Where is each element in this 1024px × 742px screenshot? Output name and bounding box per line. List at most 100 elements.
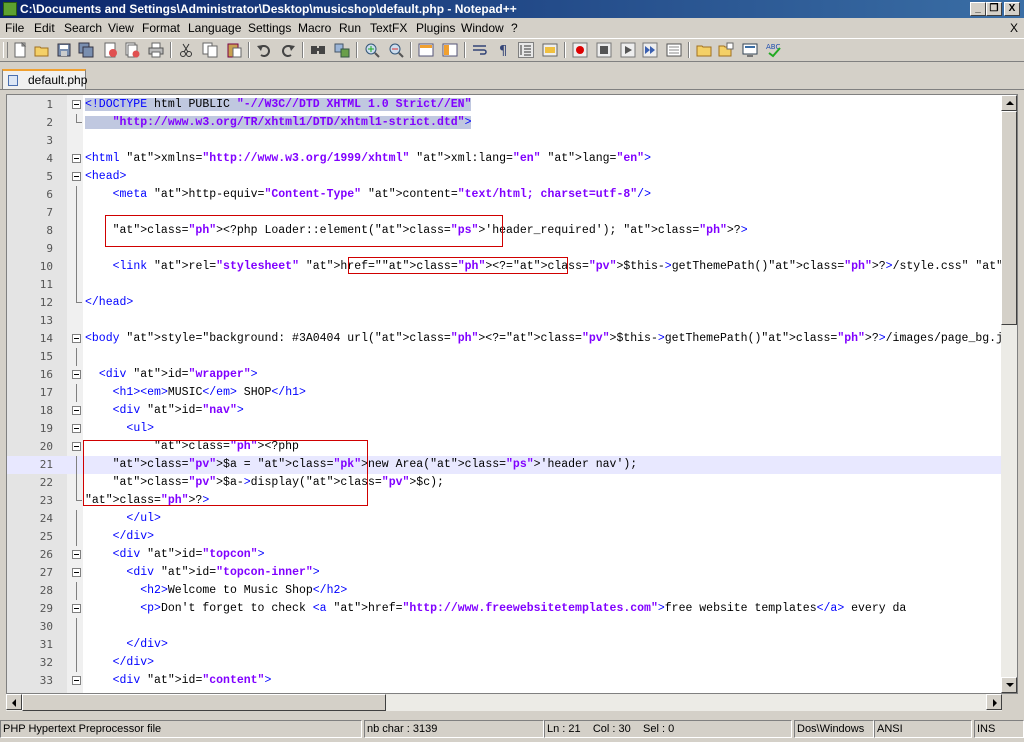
paste-icon[interactable]	[226, 42, 242, 58]
fold-toggle-icon[interactable]	[72, 442, 81, 451]
open-file-icon[interactable]	[34, 42, 50, 58]
spell-check-icon[interactable]: ABC	[766, 42, 782, 58]
code-line[interactable]: 3	[7, 132, 1001, 150]
code-line[interactable]: 26 <div "at">id="topcon">	[7, 546, 1001, 564]
horizontal-scroll-thumb[interactable]	[22, 694, 386, 711]
user-lang-icon[interactable]	[542, 42, 558, 58]
save-icon[interactable]	[56, 42, 72, 58]
menu-language[interactable]: Language	[188, 21, 241, 35]
close-all-icon[interactable]	[124, 42, 140, 58]
folder-icon[interactable]	[696, 42, 712, 58]
monitor-icon[interactable]	[742, 42, 758, 58]
menu-edit[interactable]: Edit	[34, 21, 55, 35]
folder-open-icon[interactable]	[718, 42, 734, 58]
sync-horizontal-icon[interactable]	[442, 42, 458, 58]
menu-textfx[interactable]: TextFX	[370, 21, 407, 35]
scroll-right-button[interactable]	[986, 694, 1002, 710]
fold-toggle-icon[interactable]	[72, 154, 81, 163]
stop-macro-icon[interactable]	[596, 42, 612, 58]
code-line[interactable]: 1 <!DOCTYPE html PUBLIC "-//W3C//DTD XHTM…	[7, 96, 1001, 114]
notepadpp-app-icon[interactable]	[3, 2, 17, 16]
cut-icon[interactable]	[178, 42, 194, 58]
record-macro-icon[interactable]	[572, 42, 588, 58]
code-line[interactable]: 15	[7, 348, 1001, 366]
code-line[interactable]: 28 <h2>Welcome to Music Shop</h2>	[7, 582, 1001, 600]
fold-toggle-icon[interactable]	[72, 676, 81, 685]
code-line[interactable]: 5 <head>	[7, 168, 1001, 186]
code-line[interactable]: 14 <body "at">style="background: #3A0404 …	[7, 330, 1017, 348]
code-line[interactable]: 33 <div "at">id="content">	[7, 672, 1001, 690]
fold-toggle-icon[interactable]	[72, 406, 81, 415]
fold-toggle-icon[interactable]	[72, 334, 81, 343]
undo-icon[interactable]	[256, 42, 272, 58]
close-icon[interactable]	[102, 42, 118, 58]
fold-toggle-icon[interactable]	[72, 604, 81, 613]
fold-toggle-icon[interactable]	[72, 172, 81, 181]
scroll-up-button[interactable]	[1001, 95, 1017, 111]
indent-guide-icon[interactable]	[518, 42, 534, 58]
run-macro-multiple-icon[interactable]	[642, 42, 658, 58]
scroll-left-button[interactable]	[6, 694, 22, 710]
fold-toggle-icon[interactable]	[72, 100, 81, 109]
menu-search[interactable]: Search	[64, 21, 102, 35]
horizontal-scrollbar[interactable]	[6, 694, 1002, 711]
menu-file[interactable]: File	[5, 21, 24, 35]
copy-icon[interactable]	[202, 42, 218, 58]
find-icon[interactable]	[310, 42, 326, 58]
code-line[interactable]: 16 <div "at">id="wrapper">	[7, 366, 1001, 384]
vertical-scroll-thumb[interactable]	[1001, 111, 1017, 325]
code-line[interactable]: 4 <html "at">xmlns="http://www.w3.org/199…	[7, 150, 1001, 168]
fold-toggle-icon[interactable]	[72, 370, 81, 379]
play-macro-icon[interactable]	[620, 42, 636, 58]
close-document-icon[interactable]: X	[1010, 21, 1018, 35]
fold-line	[76, 258, 77, 276]
scroll-down-button[interactable]	[1001, 677, 1017, 693]
code-line[interactable]: 12 </head>	[7, 294, 1001, 312]
menu-settings[interactable]: Settings	[248, 21, 291, 35]
toolbar-grip[interactable]	[3, 42, 8, 58]
fold-toggle-icon[interactable]	[72, 568, 81, 577]
code-line[interactable]: 13	[7, 312, 1001, 330]
redo-icon[interactable]	[280, 42, 296, 58]
fold-toggle-icon[interactable]	[72, 550, 81, 559]
zoom-in-icon[interactable]	[364, 42, 380, 58]
sync-vertical-icon[interactable]	[418, 42, 434, 58]
minimize-button[interactable]: _	[970, 2, 986, 16]
close-button[interactable]: X	[1004, 2, 1020, 16]
code-line[interactable]: 25 </div>	[7, 528, 1001, 546]
code-line[interactable]: 11	[7, 276, 1001, 294]
code-line[interactable]: 29 <p>Don't forget to check <a "at">href…	[7, 600, 1001, 618]
menu-format[interactable]: Format	[142, 21, 180, 35]
menu-help[interactable]: ?	[511, 21, 518, 35]
title-bar[interactable]: C:\Documents and Settings\Administrator\…	[0, 0, 1024, 18]
code-line[interactable]: 6 <meta "at">http-equiv="Content-Type" "…	[7, 186, 1001, 204]
new-file-icon[interactable]	[12, 41, 28, 58]
code-line[interactable]: 24 </ul>	[7, 510, 1001, 528]
fold-toggle-icon[interactable]	[72, 424, 81, 433]
word-wrap-icon[interactable]	[472, 42, 488, 58]
code-line[interactable]: 19 <ul>	[7, 420, 1001, 438]
tab-default-php[interactable]: default.php	[2, 69, 87, 89]
zoom-out-icon[interactable]	[388, 42, 404, 58]
code-line[interactable]: 2 "http://www.w3.org/TR/xhtml1/DTD/xhtml…	[7, 114, 1001, 132]
show-all-chars-icon[interactable]: ¶	[496, 42, 512, 59]
menu-plugins[interactable]: Plugins	[416, 21, 455, 35]
code-editor[interactable]: 1 <!DOCTYPE html PUBLIC "-//W3C//DTD XHTM…	[6, 94, 1018, 694]
code-line[interactable]: 30	[7, 618, 1001, 636]
menu-run[interactable]: Run	[339, 21, 361, 35]
menu-window[interactable]: Window	[461, 21, 504, 35]
code-line[interactable]: 17 <h1><em>MUSIC</em> SHOP</h1>	[7, 384, 1001, 402]
code-line[interactable]: 31 </div>	[7, 636, 1001, 654]
menu-view[interactable]: View	[108, 21, 134, 35]
maximize-button[interactable]: ❐	[986, 2, 1002, 16]
print-icon[interactable]	[148, 42, 164, 58]
code-line[interactable]: 18 <div "at">id="nav">	[7, 402, 1001, 420]
code-line[interactable]: 32 </div>	[7, 654, 1001, 672]
vertical-scrollbar[interactable]	[1001, 95, 1017, 693]
save-macro-icon[interactable]	[666, 42, 682, 58]
menu-macro[interactable]: Macro	[298, 21, 331, 35]
save-all-icon[interactable]	[78, 42, 94, 58]
code-area[interactable]: 1 <!DOCTYPE html PUBLIC "-//W3C//DTD XHTM…	[7, 95, 1017, 693]
replace-icon[interactable]	[334, 42, 350, 58]
code-line[interactable]: 27 <div "at">id="topcon-inner">	[7, 564, 1001, 582]
